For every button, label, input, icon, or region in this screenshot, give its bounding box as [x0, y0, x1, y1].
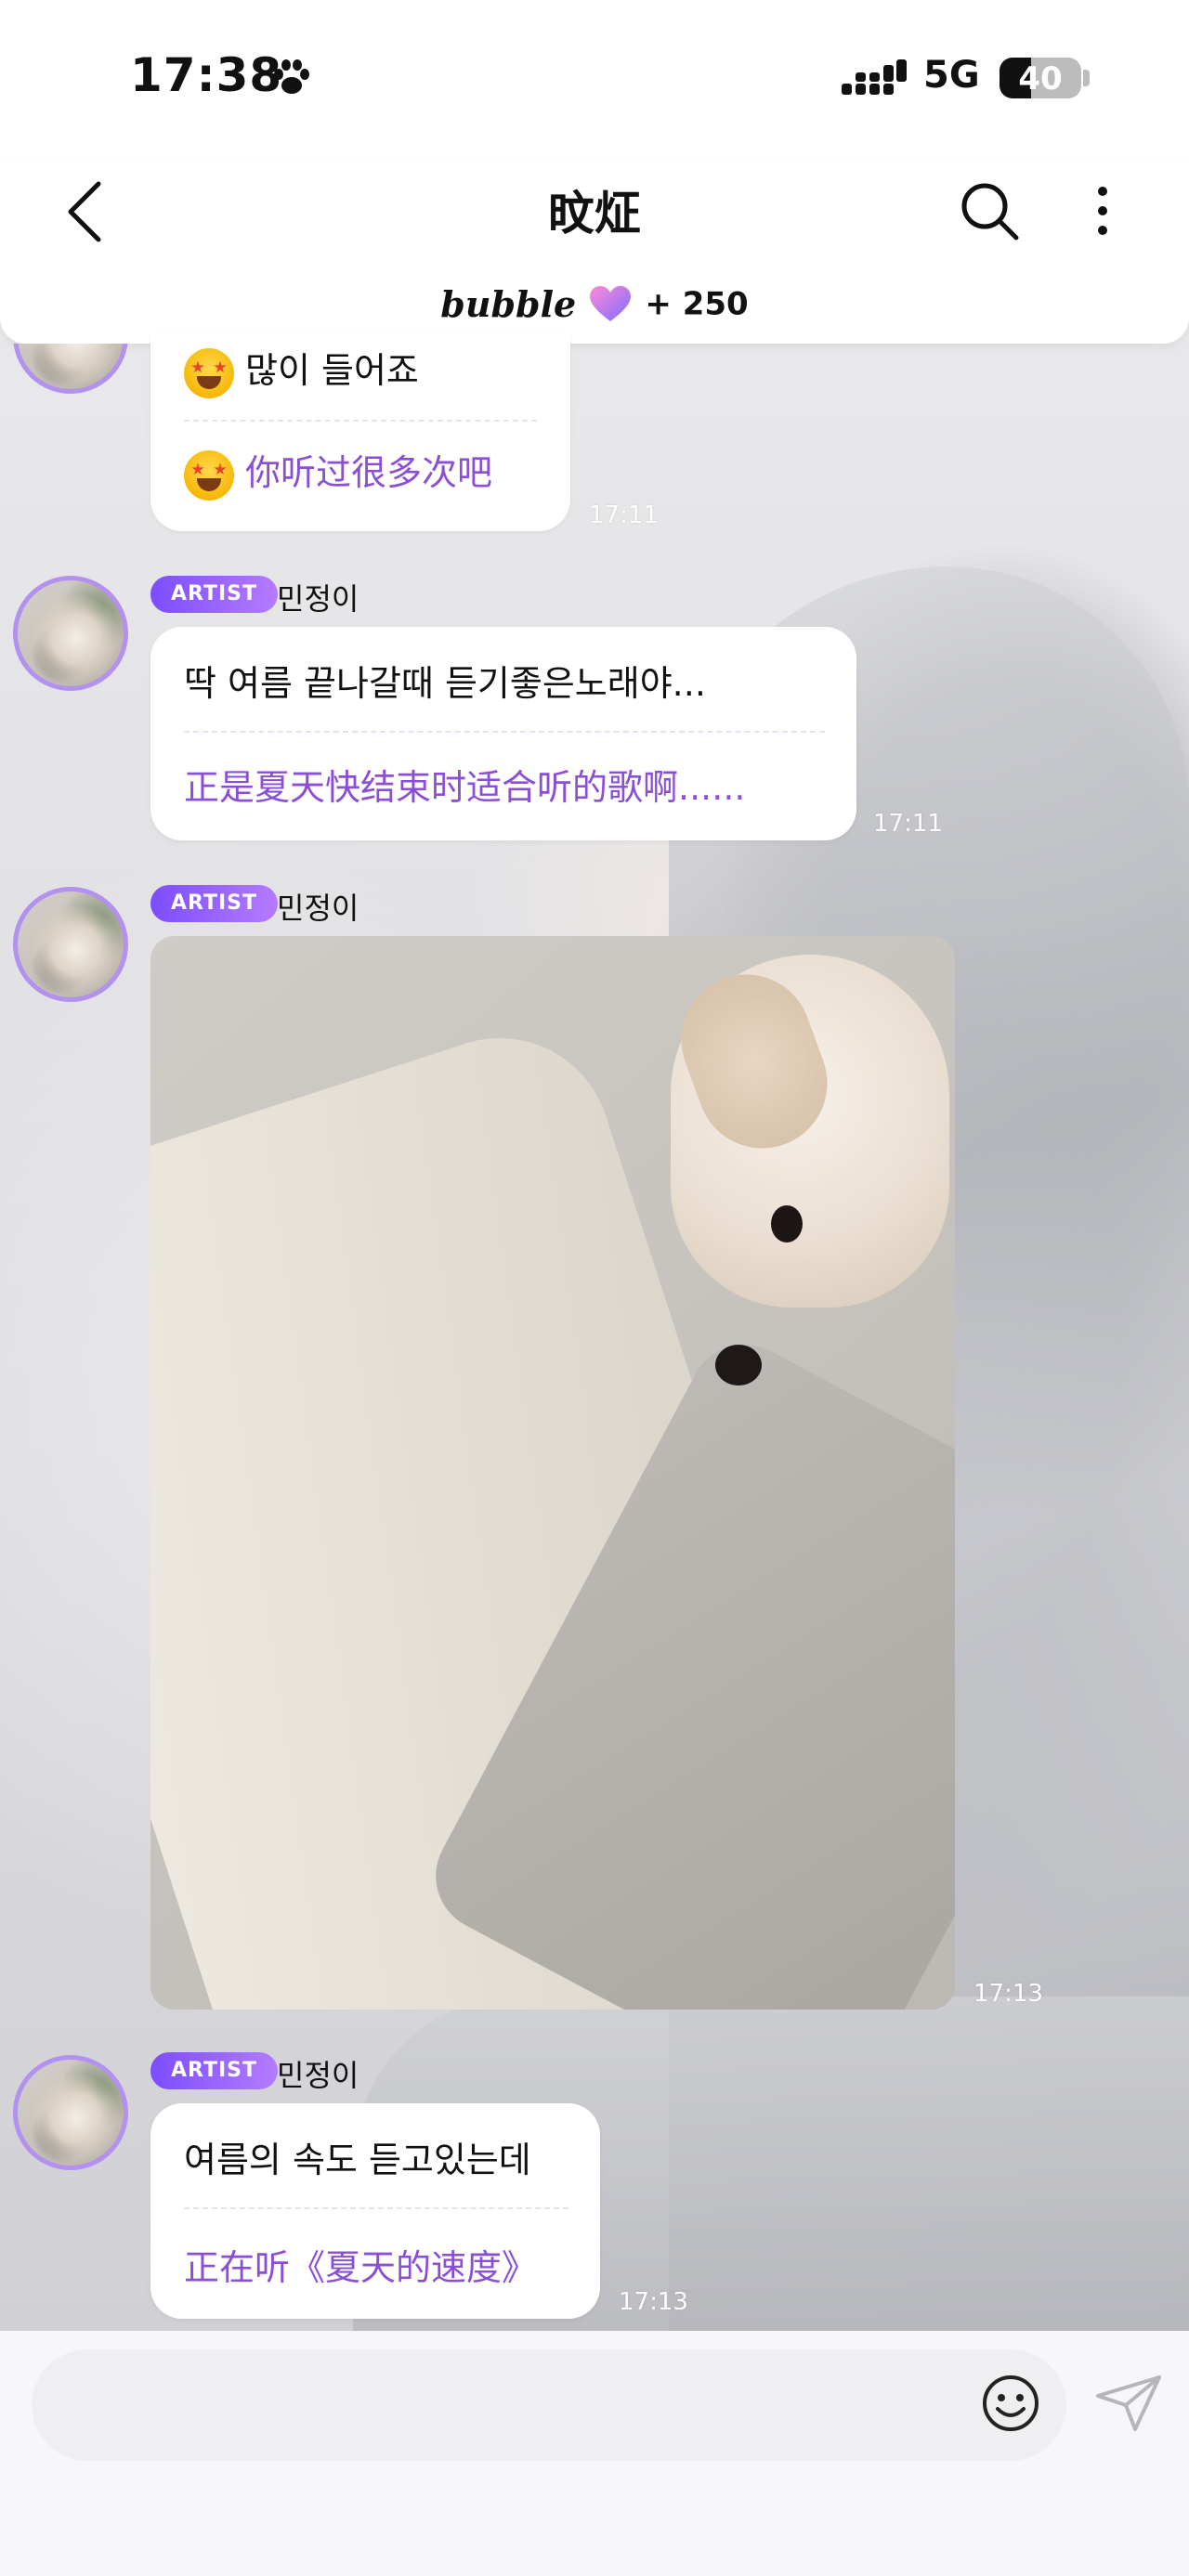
send-icon[interactable]	[1094, 2374, 1163, 2433]
message-korean: 딱 여름 끝나갈때 듣기좋은노래야...	[184, 663, 706, 704]
back-icon[interactable]	[58, 175, 117, 249]
search-icon[interactable]	[957, 178, 1022, 243]
message-korean: 여름의 속도 듣고있는데	[184, 2140, 531, 2180]
translation-divider	[184, 731, 825, 733]
star-struck-emoji-icon	[184, 449, 234, 501]
photo-dog-eye	[771, 1205, 803, 1242]
sender-avatar[interactable]	[13, 576, 128, 691]
message-time: 17:11	[873, 810, 943, 838]
message-translation: 正是夏天快结束时适合听的歌啊......	[184, 767, 746, 808]
translation-divider	[184, 420, 537, 422]
sender-name: 민정이	[277, 581, 359, 617]
battery-tip	[1083, 70, 1090, 86]
artist-badge: ARTIST	[150, 2052, 279, 2089]
battery-indicator: 40	[1000, 58, 1081, 98]
sender-avatar[interactable]	[13, 2055, 128, 2170]
sender-name: 민정이	[277, 891, 359, 926]
artist-badge: ARTIST	[150, 576, 279, 613]
star-struck-emoji-icon	[184, 347, 234, 398]
message-bubble[interactable]: 여름의 속도 듣고있는데 正在听《夏天的速度》	[150, 2103, 600, 2319]
bubble-logo: bubble	[440, 283, 577, 325]
artist-badge: ARTIST	[150, 885, 279, 922]
paw-icon	[274, 59, 309, 94]
network-type: 5G	[923, 54, 980, 97]
heart-icon	[590, 285, 632, 321]
more-vertical-icon[interactable]	[1079, 178, 1126, 243]
message-translation: 正在听《夏天的速度》	[184, 2247, 538, 2288]
emoji-icon[interactable]	[981, 2374, 1040, 2433]
message-korean: 많이 들어죠	[184, 344, 419, 398]
message-time: 17:13	[619, 2288, 688, 2316]
message-bubble[interactable]: 많이 들어죠 你听过很多次吧	[150, 334, 570, 531]
chat-title: 旼炡	[548, 187, 641, 241]
message-time: 17:11	[589, 501, 659, 529]
translation-divider	[184, 2207, 568, 2209]
status-time: 17:38	[130, 48, 283, 102]
message-time: 17:13	[973, 1980, 1043, 2008]
photo-dog-nose	[715, 1345, 762, 1386]
cellular-signal-icon	[842, 59, 907, 95]
message-input[interactable]	[32, 2349, 1066, 2461]
bubble-count: + 250	[645, 285, 749, 323]
message-translation: 你听过很多次吧	[184, 446, 492, 501]
photo-message[interactable]	[150, 936, 955, 2010]
battery-level: 40	[1018, 60, 1063, 98]
message-bubble[interactable]: 딱 여름 끝나갈때 듣기좋은노래야... 正是夏天快结束时适合听的歌啊.....…	[150, 627, 856, 840]
sender-name: 민정이	[277, 2058, 359, 2093]
sender-avatar[interactable]	[13, 887, 128, 1002]
bubble-balance[interactable]: bubble + 250	[409, 283, 780, 335]
